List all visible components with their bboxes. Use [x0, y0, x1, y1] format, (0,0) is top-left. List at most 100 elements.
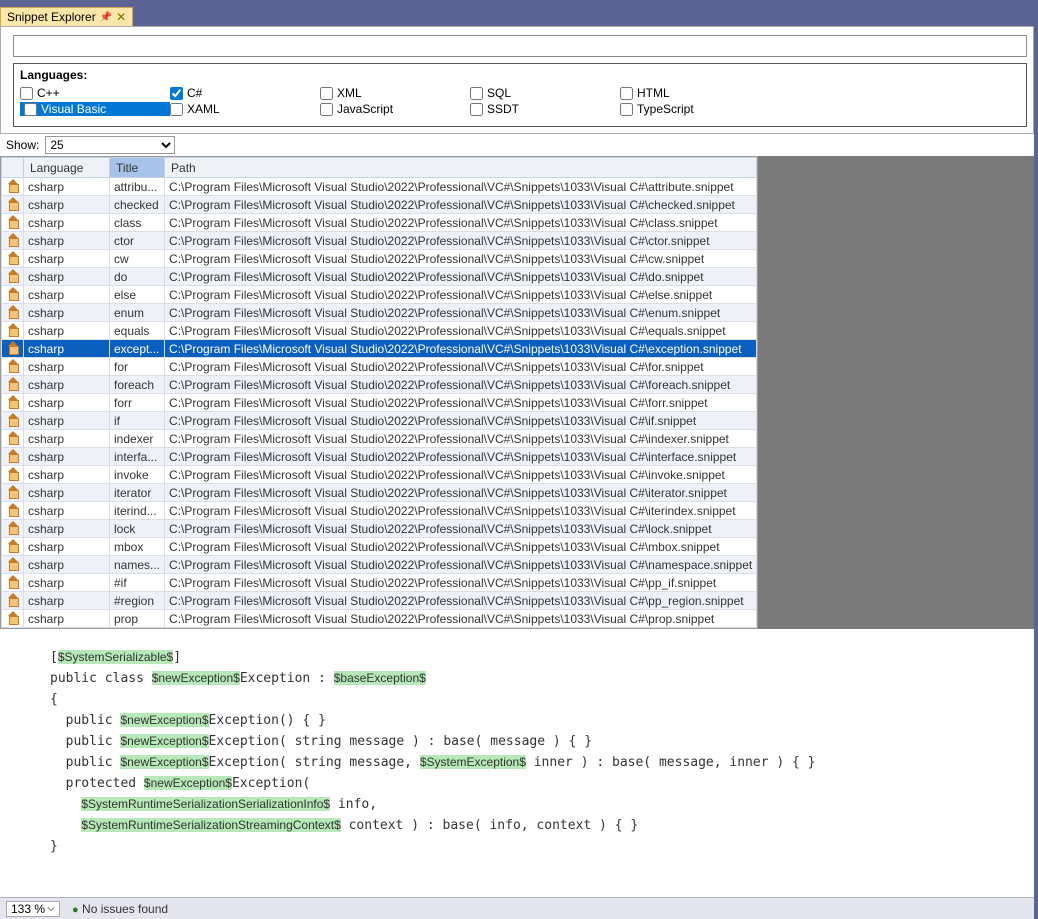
- tab-strip: Snippet Explorer 📌 ✕: [0, 4, 1034, 26]
- snippet-placeholder: $newException$: [120, 755, 208, 769]
- table-row[interactable]: csharpforeachC:\Program Files\Microsoft …: [2, 376, 757, 394]
- checkbox[interactable]: [620, 87, 633, 100]
- table-row[interactable]: csharpiterind...C:\Program Files\Microso…: [2, 502, 757, 520]
- table-row[interactable]: csharpexcept...C:\Program Files\Microsof…: [2, 340, 757, 358]
- table-row[interactable]: csharp#ifC:\Program Files\Microsoft Visu…: [2, 574, 757, 592]
- snippet-icon: [6, 431, 20, 443]
- lang-xaml[interactable]: XAML: [170, 102, 320, 116]
- snippet-icon: [6, 269, 20, 281]
- languages-group: Languages: C++C#XMLSQLHTML Visual BasicXA…: [13, 63, 1027, 127]
- tab-title: Snippet Explorer: [7, 10, 96, 24]
- lang-c-[interactable]: C++: [20, 86, 170, 100]
- checkbox[interactable]: [320, 103, 333, 116]
- lang-typescript[interactable]: TypeScript: [620, 102, 770, 116]
- table-row[interactable]: csharpdoC:\Program Files\Microsoft Visua…: [2, 268, 757, 286]
- checkbox[interactable]: [20, 87, 33, 100]
- lang-sql[interactable]: SQL: [470, 86, 620, 100]
- snippet-icon: [6, 359, 20, 371]
- table-row[interactable]: csharpcwC:\Program Files\Microsoft Visua…: [2, 250, 757, 268]
- table-row[interactable]: csharplockC:\Program Files\Microsoft Vis…: [2, 520, 757, 538]
- table-row[interactable]: csharpinvokeC:\Program Files\Microsoft V…: [2, 466, 757, 484]
- snippets-grid[interactable]: Language Title Path csharpattribu...C:\P…: [0, 156, 758, 629]
- status-bar: 133 % ● No issues found: [0, 897, 1034, 919]
- show-select[interactable]: 25: [45, 136, 175, 154]
- snippet-placeholder: $newException$: [144, 776, 232, 790]
- table-row[interactable]: csharpforC:\Program Files\Microsoft Visu…: [2, 358, 757, 376]
- snippet-icon: [6, 197, 20, 209]
- snippet-icon: [6, 485, 20, 497]
- grid-area: Language Title Path csharpattribu...C:\P…: [0, 156, 1034, 629]
- table-row[interactable]: csharpequalsC:\Program Files\Microsoft V…: [2, 322, 757, 340]
- issues-status: ● No issues found: [72, 902, 168, 916]
- snippet-placeholder: $SystemException$: [420, 755, 526, 769]
- lang-c-[interactable]: C#: [170, 86, 320, 100]
- col-path[interactable]: Path: [165, 158, 757, 178]
- snippet-placeholder: $SystemRuntimeSerializationStreamingCont…: [81, 818, 340, 832]
- snippet-icon: [6, 179, 20, 191]
- snippet-icon: [6, 215, 20, 227]
- table-row[interactable]: csharpattribu...C:\Program Files\Microso…: [2, 178, 757, 196]
- snippet-icon: [6, 539, 20, 551]
- show-row: Show: 25: [0, 134, 1034, 156]
- checkbox[interactable]: [470, 103, 483, 116]
- search-input[interactable]: [13, 35, 1027, 57]
- lang-ssdt[interactable]: SSDT: [470, 102, 620, 116]
- table-row[interactable]: csharp#regionC:\Program Files\Microsoft …: [2, 592, 757, 610]
- checkbox[interactable]: [320, 87, 333, 100]
- table-row[interactable]: csharpelseC:\Program Files\Microsoft Vis…: [2, 286, 757, 304]
- snippet-icon: [6, 593, 20, 605]
- table-row[interactable]: csharpifC:\Program Files\Microsoft Visua…: [2, 412, 757, 430]
- snippet-icon: [6, 575, 20, 587]
- snippet-icon: [6, 305, 20, 317]
- table-row[interactable]: csharpcheckedC:\Program Files\Microsoft …: [2, 196, 757, 214]
- table-row[interactable]: csharpinterfa...C:\Program Files\Microso…: [2, 448, 757, 466]
- lang-visual-basic[interactable]: Visual Basic: [20, 102, 170, 116]
- lang-javascript[interactable]: JavaScript: [320, 102, 470, 116]
- pin-icon[interactable]: 📌: [100, 12, 112, 23]
- snippet-icon: [6, 395, 20, 407]
- table-row[interactable]: csharpnames...C:\Program Files\Microsoft…: [2, 556, 757, 574]
- snippet-icon: [6, 287, 20, 299]
- snippet-icon: [6, 521, 20, 533]
- zoom-control[interactable]: 133 %: [6, 901, 60, 917]
- snippet-placeholder: $SystemSerializable$: [58, 650, 173, 664]
- snippet-icon: [6, 467, 20, 479]
- checkbox[interactable]: [620, 103, 633, 116]
- checkbox[interactable]: [170, 87, 183, 100]
- table-row[interactable]: csharpindexerC:\Program Files\Microsoft …: [2, 430, 757, 448]
- col-icon[interactable]: [2, 158, 24, 178]
- snippet-placeholder: $newException$: [120, 713, 208, 727]
- checkbox[interactable]: [24, 103, 37, 116]
- tool-panel: Languages: C++C#XMLSQLHTML Visual BasicXA…: [0, 26, 1034, 134]
- check-icon: ●: [72, 904, 79, 916]
- checkbox[interactable]: [170, 103, 183, 116]
- table-row[interactable]: csharpmboxC:\Program Files\Microsoft Vis…: [2, 538, 757, 556]
- languages-label: Languages:: [20, 68, 1020, 82]
- table-row[interactable]: csharpctorC:\Program Files\Microsoft Vis…: [2, 232, 757, 250]
- col-language[interactable]: Language: [24, 158, 110, 178]
- close-icon[interactable]: ✕: [116, 10, 126, 24]
- snippet-icon: [6, 233, 20, 245]
- snippet-icon: [6, 251, 20, 263]
- lang-xml[interactable]: XML: [320, 86, 470, 100]
- snippet-icon: [6, 611, 20, 623]
- table-row[interactable]: csharpenumC:\Program Files\Microsoft Vis…: [2, 304, 757, 322]
- chevron-down-icon: [47, 905, 55, 913]
- snippet-icon: [6, 557, 20, 569]
- tab-snippet-explorer[interactable]: Snippet Explorer 📌 ✕: [0, 7, 133, 26]
- snippet-placeholder: $baseException$: [334, 671, 426, 685]
- lang-html[interactable]: HTML: [620, 86, 770, 100]
- show-label: Show:: [6, 138, 39, 152]
- snippet-icon: [6, 341, 20, 353]
- snippet-icon: [6, 503, 20, 515]
- table-row[interactable]: csharpclassC:\Program Files\Microsoft Vi…: [2, 214, 757, 232]
- snippet-placeholder: $newException$: [152, 671, 240, 685]
- table-row[interactable]: csharpiteratorC:\Program Files\Microsoft…: [2, 484, 757, 502]
- snippet-placeholder: $SystemRuntimeSerializationSerialization…: [81, 797, 330, 811]
- table-row[interactable]: csharppropC:\Program Files\Microsoft Vis…: [2, 610, 757, 628]
- col-title[interactable]: Title: [110, 158, 165, 178]
- code-preview: [$SystemSerializable$] public class $new…: [0, 629, 1034, 897]
- checkbox[interactable]: [470, 87, 483, 100]
- table-row[interactable]: csharpforrC:\Program Files\Microsoft Vis…: [2, 394, 757, 412]
- snippet-icon: [6, 413, 20, 425]
